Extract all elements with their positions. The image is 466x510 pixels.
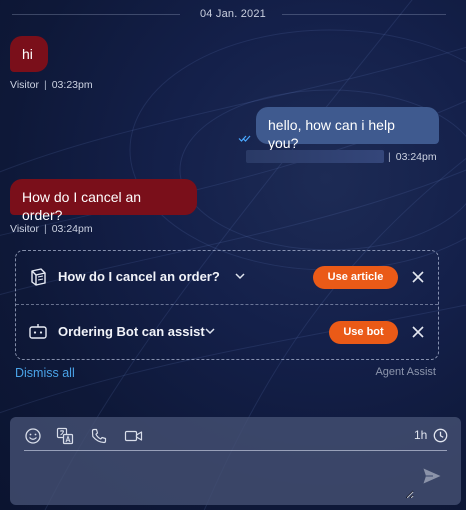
send-icon[interactable]: [422, 467, 442, 485]
divider-line-right: [282, 14, 446, 15]
use-bot-button[interactable]: Use bot: [329, 321, 398, 344]
close-icon[interactable]: [410, 269, 426, 285]
message-meta: Visitor | 03:24pm: [10, 223, 93, 235]
double-check-icon: [238, 134, 252, 143]
agent-assist-panel: How do I cancel an order? Use article Or…: [15, 250, 439, 360]
bot-icon: [28, 322, 48, 342]
masked-agent-name: [246, 150, 384, 163]
message-text: hello, how can i help you?: [268, 117, 395, 151]
message-meta: | 03:24pm: [388, 151, 437, 163]
message-time: 03:24pm: [395, 151, 437, 163]
message-input[interactable]: [24, 455, 414, 499]
assist-suggestion-label: Ordering Bot can assist: [58, 324, 205, 339]
visitor-message-bubble: How do I cancel an order?: [10, 179, 197, 223]
message-composer: 1h: [10, 417, 461, 505]
message-text: hi: [22, 46, 33, 62]
emoji-icon[interactable]: [24, 427, 42, 445]
date-divider: 04 Jan. 2021: [0, 0, 466, 28]
video-icon[interactable]: [124, 427, 143, 445]
phone-icon[interactable]: [90, 427, 108, 445]
close-icon[interactable]: [410, 324, 426, 340]
assist-suggestion-article: How do I cancel an order? Use article: [16, 251, 438, 305]
message-author: Visitor: [10, 223, 39, 235]
message-time: 03:24pm: [51, 223, 93, 235]
message-meta: Visitor | 03:23pm: [10, 79, 93, 91]
message-text: How do I cancel an order?: [22, 189, 142, 223]
clock-icon[interactable]: [433, 428, 448, 443]
message-time: 03:23pm: [51, 79, 93, 91]
message-author: Visitor: [10, 79, 39, 91]
composer-divider: [24, 450, 447, 451]
chevron-down-icon[interactable]: [203, 324, 217, 338]
book-icon: [28, 267, 48, 287]
assist-suggestion-label: How do I cancel an order?: [58, 269, 220, 284]
translate-icon[interactable]: [56, 427, 74, 445]
use-article-button[interactable]: Use article: [313, 266, 398, 289]
chevron-down-icon[interactable]: [233, 269, 247, 283]
visitor-message-bubble: hi: [10, 36, 48, 72]
agent-message-bubble: hello, how can i help you?: [256, 107, 439, 151]
assist-suggestion-bot: Ordering Bot can assist Use bot: [16, 306, 438, 360]
dismiss-all-link[interactable]: Dismiss all: [15, 366, 75, 380]
timer-label[interactable]: 1h: [414, 428, 427, 442]
agent-assist-label: Agent Assist: [375, 366, 436, 378]
